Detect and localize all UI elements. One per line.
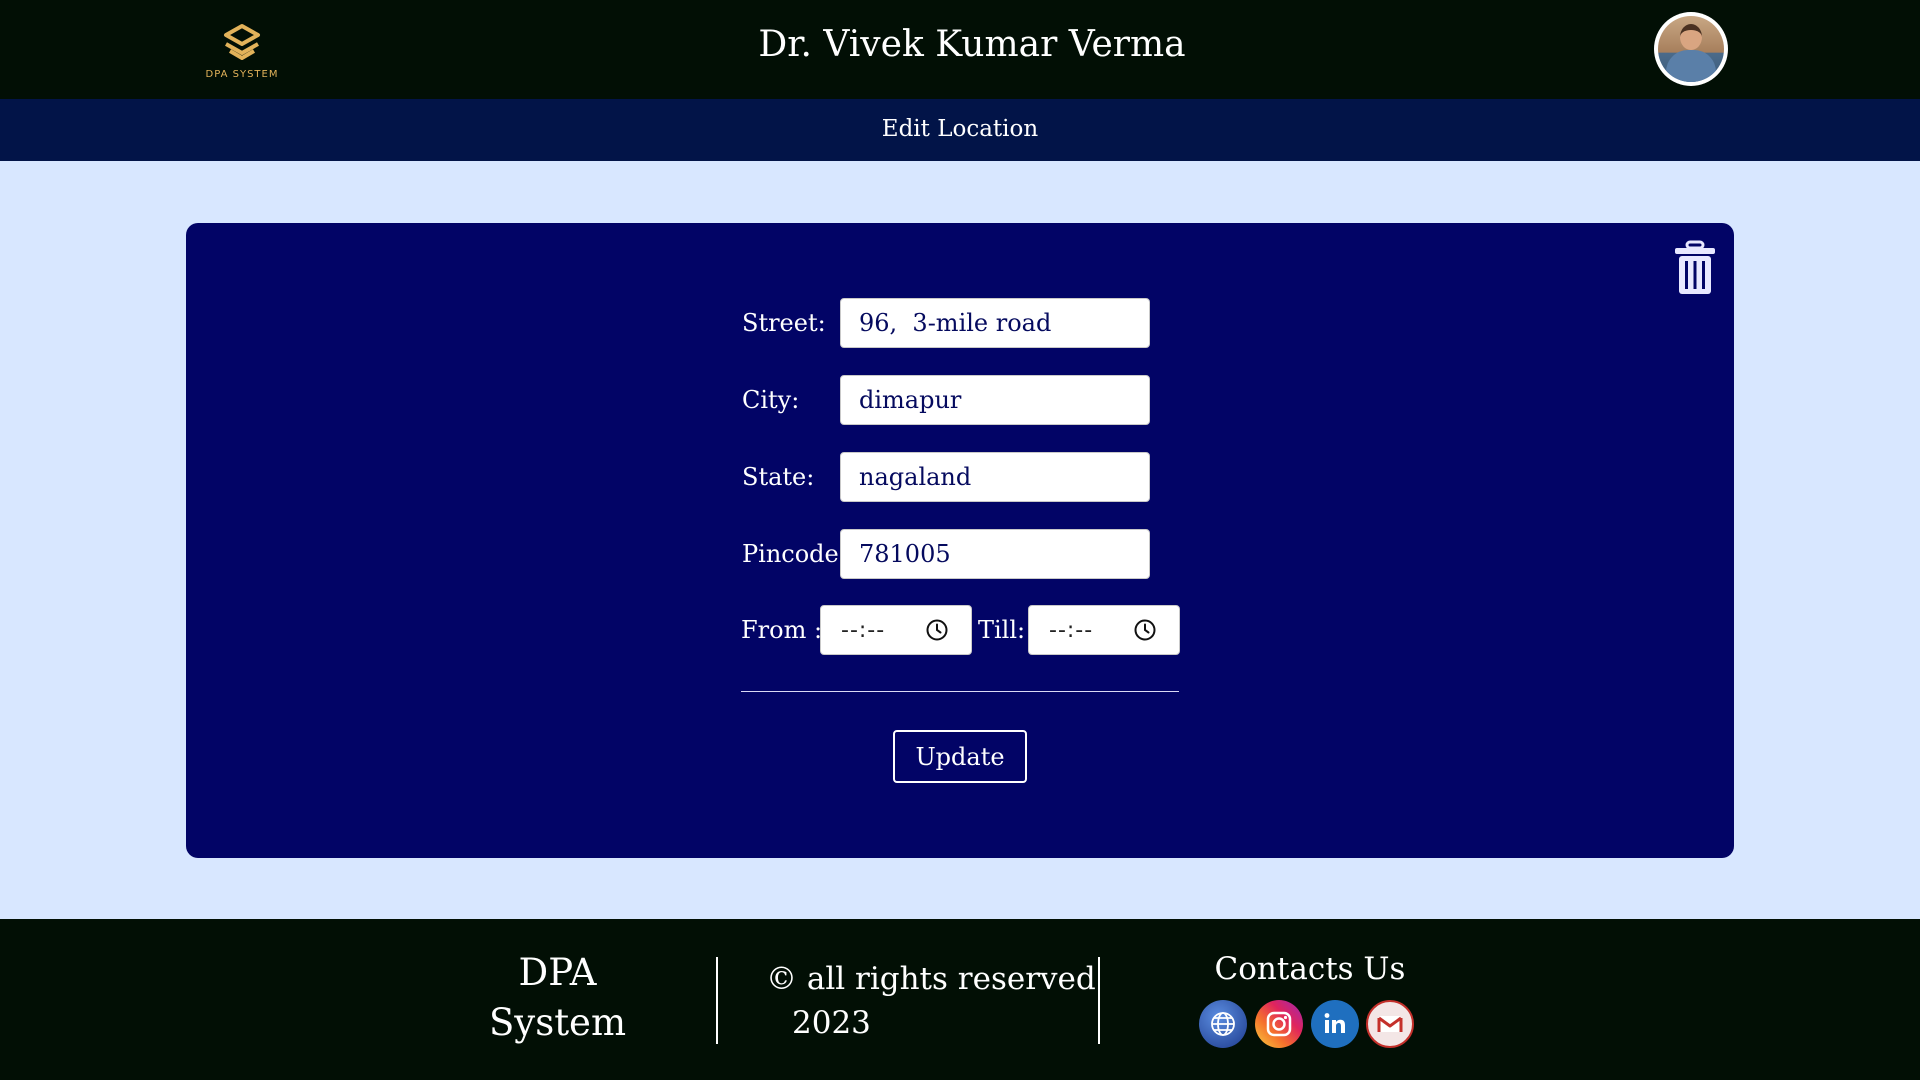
linkedin-icon — [1324, 1013, 1345, 1033]
gmail-link[interactable] — [1366, 1000, 1414, 1048]
state-label: State: — [742, 463, 815, 491]
page-title: Edit Location — [881, 116, 1039, 142]
footer-divider-left — [716, 957, 718, 1044]
footer-divider-right — [1098, 957, 1100, 1044]
from-label: From : — [741, 616, 823, 644]
clock-icon[interactable] — [1133, 618, 1157, 642]
gmail-icon — [1377, 1016, 1403, 1032]
doctor-avatar-image — [1658, 16, 1724, 82]
state-input[interactable] — [840, 452, 1150, 502]
copyright: © all rights reserved 2023 — [766, 957, 1096, 1045]
footer-brand-line2: System — [488, 1001, 627, 1044]
street-label: Street: — [742, 309, 826, 337]
contacts-title: Contacts Us — [1214, 951, 1406, 987]
doctor-name: Dr. Vivek Kumar Verma — [758, 24, 1186, 65]
clock-icon[interactable] — [925, 618, 949, 642]
footer-brand: DPA System — [470, 948, 645, 1048]
globe-icon — [1211, 1012, 1235, 1036]
logo-text: DPA SYSTEM — [205, 69, 279, 80]
trash-icon — [1675, 240, 1715, 294]
linkedin-link[interactable] — [1311, 1000, 1359, 1048]
instagram-link[interactable] — [1255, 1000, 1303, 1048]
pincode-label: Pincode: — [742, 540, 847, 568]
pincode-input[interactable] — [840, 529, 1150, 579]
instagram-icon — [1266, 1011, 1292, 1037]
footer-brand-line1: DPA — [518, 951, 597, 994]
update-button[interactable]: Update — [893, 730, 1027, 783]
copyright-text: © all rights reserved — [766, 961, 1096, 997]
from-time-input[interactable]: --:-- — [820, 605, 972, 655]
city-label: City: — [742, 386, 800, 414]
till-time-input[interactable]: --:-- — [1028, 605, 1180, 655]
till-label: Till: — [978, 616, 1026, 644]
city-input[interactable] — [840, 375, 1150, 425]
website-link[interactable] — [1199, 1000, 1247, 1048]
delete-location-button[interactable] — [1674, 240, 1716, 296]
profile-avatar[interactable] — [1654, 12, 1728, 86]
copyright-year: 2023 — [792, 1005, 871, 1041]
till-time-value: --:-- — [1049, 617, 1094, 643]
form-divider — [741, 691, 1179, 692]
street-input[interactable] — [840, 298, 1150, 348]
from-time-value: --:-- — [841, 617, 886, 643]
